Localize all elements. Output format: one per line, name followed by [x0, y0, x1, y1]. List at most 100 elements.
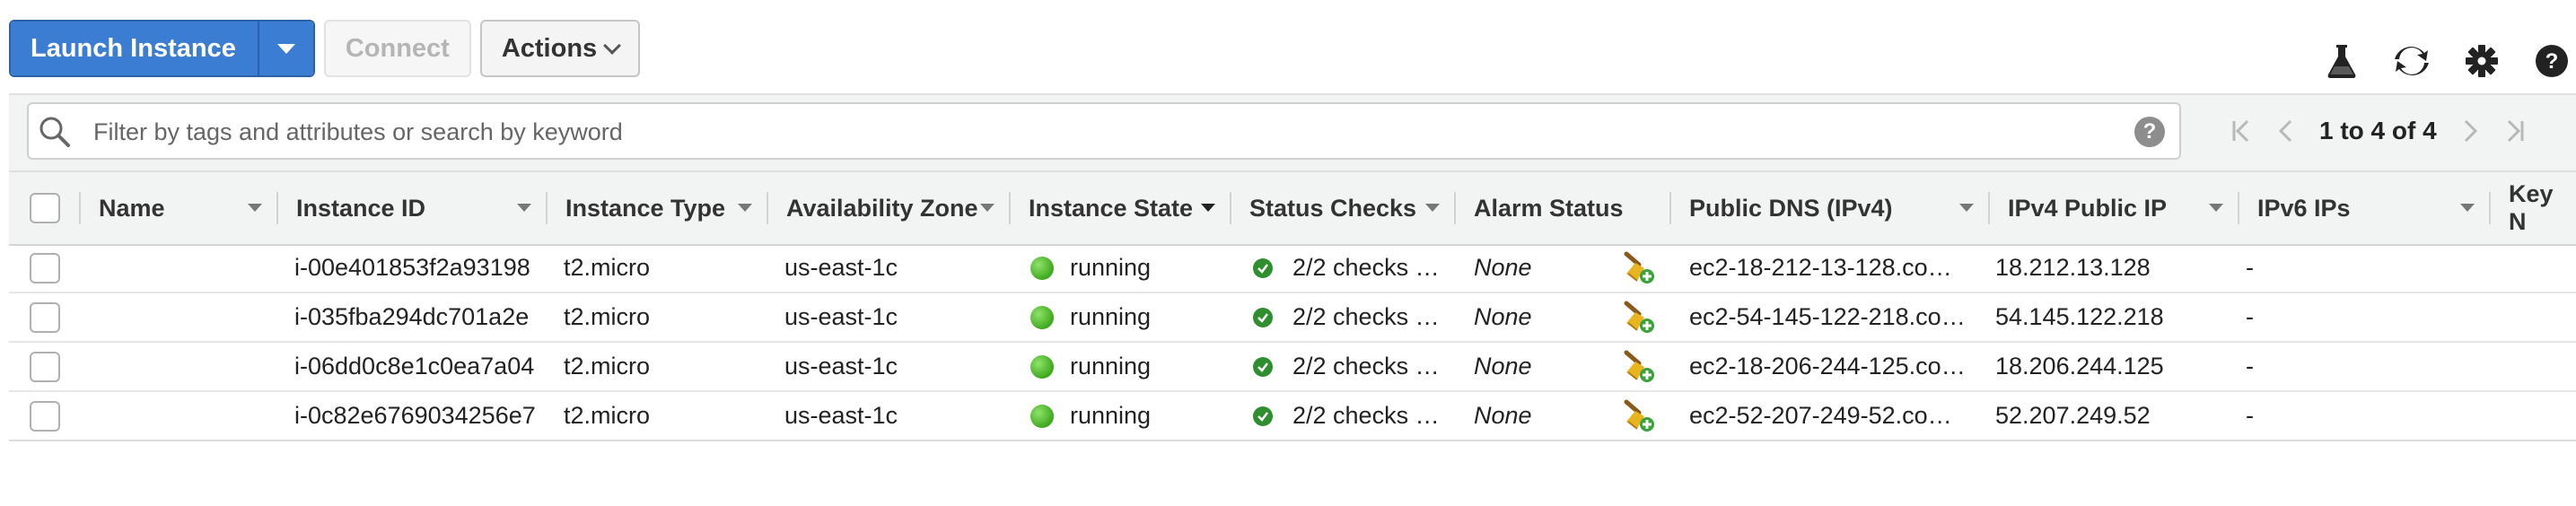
cell-public-dns[interactable]: ec2-54-145-122-218.co…: [1689, 293, 1966, 341]
cell-status-checks[interactable]: 2/2 checks …: [1253, 244, 1440, 292]
column-header-instance-state[interactable]: Instance State: [1011, 172, 1231, 244]
toolbar: Launch Instance Connect Actions: [9, 20, 641, 77]
cell-instance-id: i-00e401853f2a93198: [294, 254, 530, 281]
chevron-down-icon: [603, 37, 622, 55]
check-ok-icon: [1253, 257, 1273, 278]
table-row[interactable]: i-035fba294dc701a2e t2.micro us-east-1c …: [9, 293, 2576, 343]
column-header-public-dns[interactable]: Public DNS (IPv4): [1671, 172, 1990, 244]
cell-ipv4-public-ip: 52.207.249.52: [1995, 402, 2151, 429]
row-checkbox[interactable]: [30, 301, 60, 333]
cell-instance-id: i-035fba294dc701a2e: [294, 303, 530, 330]
cell-instance-type: t2.micro: [564, 402, 651, 429]
cell-ipv6-ips: -: [2246, 402, 2254, 429]
gear-icon[interactable]: [2447, 39, 2517, 83]
row-checkbox[interactable]: [30, 351, 60, 382]
cell-instance-state: running: [1030, 343, 1151, 390]
cell-ipv6-ips: -: [2246, 303, 2254, 330]
select-all-column: [9, 172, 81, 244]
caret-down-icon: [276, 43, 295, 54]
filter-help-icon[interactable]: ?: [2134, 117, 2165, 147]
refresh-icon[interactable]: [2377, 39, 2447, 83]
column-header-ipv6-ips[interactable]: IPv6 IPs: [2239, 172, 2491, 244]
alarm-add-icon[interactable]: [1623, 343, 1655, 390]
row-checkbox[interactable]: [30, 400, 60, 432]
sort-caret-icon: [1201, 204, 1215, 212]
column-header-name[interactable]: Name: [81, 172, 278, 244]
running-status-icon: [1030, 256, 1054, 280]
column-header-status-checks[interactable]: Status Checks: [1231, 172, 1456, 244]
cell-ipv6-ips: -: [2246, 353, 2254, 380]
sort-caret-icon: [517, 204, 531, 212]
select-all-checkbox[interactable]: [30, 193, 60, 223]
top-icons: ?: [2307, 39, 2576, 83]
table-row[interactable]: i-06dd0c8e1c0ea7a04 t2.micro us-east-1c …: [9, 343, 2576, 392]
table-row[interactable]: i-00e401853f2a93198 t2.micro us-east-1c …: [9, 244, 2576, 293]
cell-availability-zone: us-east-1c: [784, 353, 898, 380]
cell-instance-type: t2.micro: [564, 254, 651, 281]
cell-availability-zone: us-east-1c: [784, 402, 898, 429]
sort-caret-icon: [248, 204, 262, 212]
search-input[interactable]: [92, 104, 2106, 160]
cell-public-dns[interactable]: ec2-18-212-13-128.co…: [1689, 244, 1952, 292]
cell-ipv4-public-ip: 54.145.122.218: [1995, 303, 2164, 330]
cell-instance-type: t2.micro: [564, 303, 651, 330]
cell-instance-state: running: [1030, 392, 1151, 440]
column-header-instance-id[interactable]: Instance ID: [278, 172, 548, 244]
next-page-icon[interactable]: [2448, 111, 2493, 151]
pagination-text: 1 to 4 of 4: [2319, 117, 2437, 144]
table-header: Name Instance ID Instance Type Availabil…: [9, 170, 2576, 246]
cell-public-dns[interactable]: ec2-18-206-244-125.co…: [1689, 343, 1966, 390]
cell-instance-id: i-06dd0c8e1c0ea7a04: [294, 353, 535, 380]
cell-instance-id: i-0c82e6769034256e7: [294, 402, 536, 429]
running-status-icon: [1030, 305, 1054, 329]
alarm-add-icon[interactable]: [1623, 293, 1655, 341]
last-page-icon[interactable]: [2493, 111, 2537, 151]
instances-table-body: i-00e401853f2a93198 t2.micro us-east-1c …: [9, 244, 2576, 441]
cell-status-checks[interactable]: 2/2 checks …: [1253, 343, 1440, 390]
cell-ipv6-ips: -: [2246, 254, 2254, 281]
launch-instance-button[interactable]: Launch Instance: [11, 22, 258, 75]
first-page-icon[interactable]: [2219, 111, 2264, 151]
launch-dropdown-button[interactable]: [257, 22, 313, 75]
flask-icon[interactable]: [2307, 39, 2377, 83]
cell-instance-state: running: [1030, 244, 1151, 292]
filter-bar: ? 1 to 4 of 4: [9, 93, 2576, 172]
launch-instance-group: Launch Instance: [9, 20, 315, 77]
cell-instance-type: t2.micro: [564, 353, 651, 380]
column-header-alarm-status[interactable]: Alarm Status: [1456, 172, 1671, 244]
sort-caret-icon: [1425, 204, 1440, 212]
help-icon[interactable]: ?: [2517, 39, 2576, 83]
column-header-ipv4-public-ip[interactable]: IPv4 Public IP: [1990, 172, 2239, 244]
actions-label: Actions: [501, 33, 598, 63]
cell-alarm-status: None: [1474, 353, 1532, 380]
cell-availability-zone: us-east-1c: [784, 254, 898, 281]
pagination: 1 to 4 of 4: [2219, 111, 2537, 151]
cell-public-dns[interactable]: ec2-52-207-249-52.co…: [1689, 392, 1952, 440]
cell-status-checks[interactable]: 2/2 checks …: [1253, 392, 1440, 440]
check-ok-icon: [1253, 307, 1273, 327]
table-row[interactable]: i-0c82e6769034256e7 t2.micro us-east-1c …: [9, 392, 2576, 441]
running-status-icon: [1030, 404, 1054, 428]
cell-alarm-status: None: [1474, 303, 1532, 330]
sort-caret-icon: [2460, 204, 2475, 212]
alarm-add-icon[interactable]: [1623, 392, 1655, 440]
sort-caret-icon: [980, 204, 994, 212]
cell-availability-zone: us-east-1c: [784, 303, 898, 330]
check-ok-icon: [1253, 356, 1273, 377]
check-ok-icon: [1253, 406, 1273, 426]
alarm-add-icon[interactable]: [1623, 244, 1655, 292]
cell-status-checks[interactable]: 2/2 checks …: [1253, 293, 1440, 341]
running-status-icon: [1030, 354, 1054, 379]
sort-caret-icon: [2209, 204, 2223, 212]
sort-caret-icon: [1959, 204, 1974, 212]
column-header-availability-zone[interactable]: Availability Zone: [768, 172, 1011, 244]
sort-caret-icon: [738, 204, 752, 212]
search-box: ?: [27, 102, 2181, 160]
column-header-key-name[interactable]: Key N: [2491, 172, 2576, 244]
previous-page-icon[interactable]: [2264, 111, 2309, 151]
row-checkbox[interactable]: [30, 252, 60, 284]
column-header-instance-type[interactable]: Instance Type: [548, 172, 768, 244]
cell-ipv4-public-ip: 18.206.244.125: [1995, 353, 2164, 380]
connect-button[interactable]: Connect: [323, 20, 471, 77]
actions-button[interactable]: Actions: [479, 20, 641, 77]
